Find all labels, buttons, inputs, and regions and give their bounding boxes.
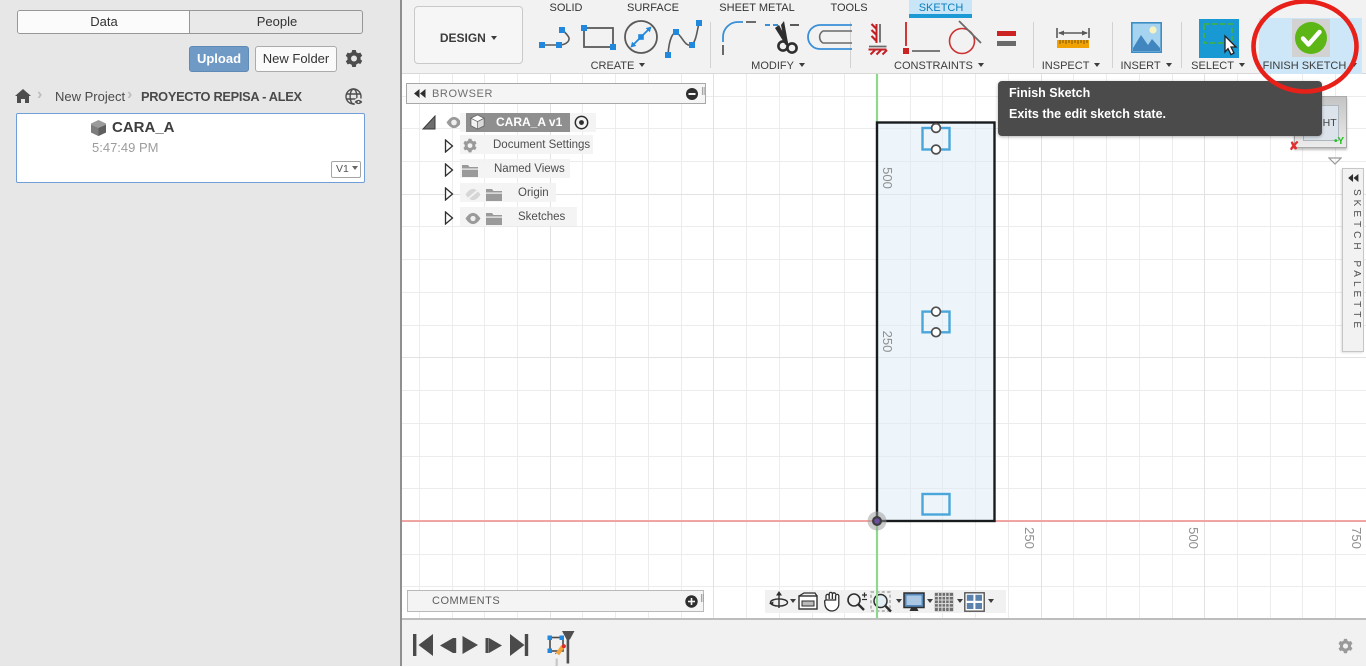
svg-text:250: 250 — [880, 331, 895, 353]
svg-text:500: 500 — [880, 167, 895, 189]
svg-text:500: 500 — [1186, 527, 1201, 549]
svg-text:750: 750 — [1349, 527, 1364, 549]
svg-text:250: 250 — [1022, 527, 1037, 549]
